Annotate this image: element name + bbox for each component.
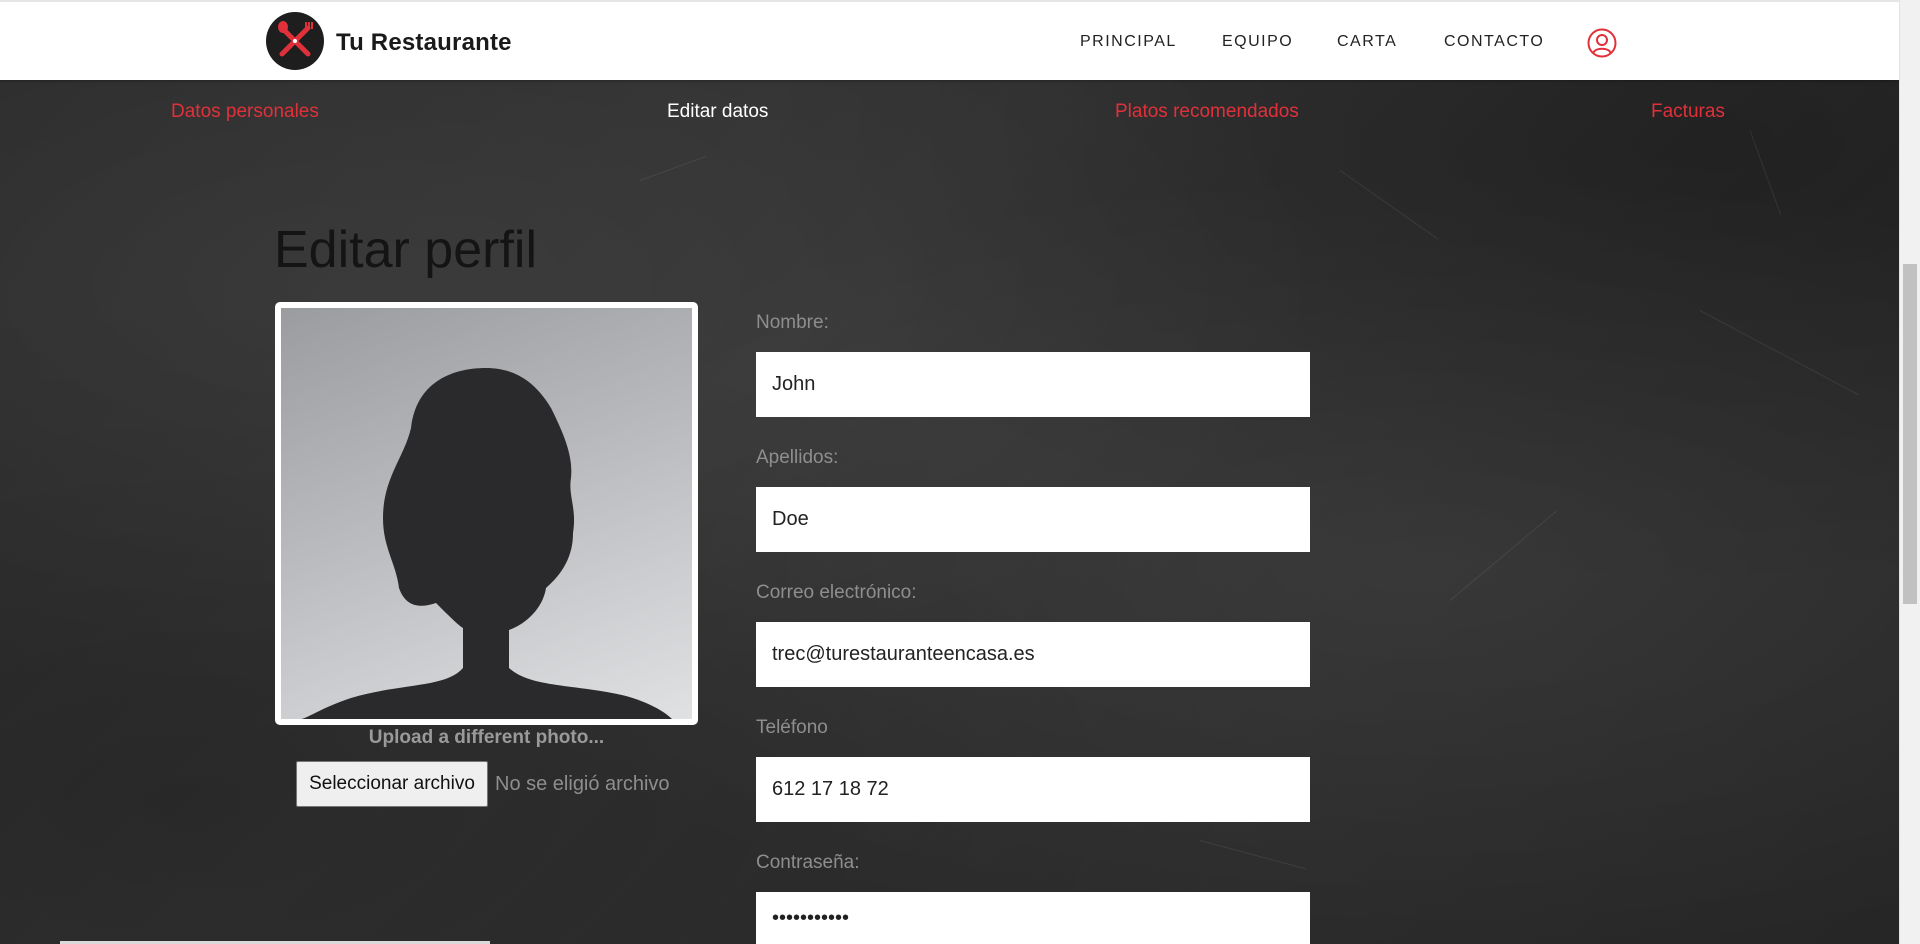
page-scrollbar[interactable] [1899,0,1920,944]
apellidos-field[interactable] [756,487,1310,552]
nav-link-carta[interactable]: CARTA [1337,33,1397,51]
top-navbar: Tu Restaurante PRINCIPAL EQUIPO CARTA CO… [0,0,1899,80]
password-label: Contraseña: [756,852,860,873]
subnav-datos-personales[interactable]: Datos personales [171,101,319,123]
file-status-text: No se eligió archivo [495,773,670,795]
nav-link-principal[interactable]: PRINCIPAL [1080,33,1177,51]
user-account-icon[interactable] [1587,28,1617,58]
brand-name[interactable]: Tu Restaurante [336,29,512,57]
apellidos-label: Apellidos: [756,447,839,468]
avatar [281,308,692,719]
telefono-label: Teléfono [756,717,828,738]
subnav-editar-datos[interactable]: Editar datos [667,101,768,123]
page-title: Editar perfil [274,221,537,279]
subnav-facturas[interactable]: Facturas [1651,101,1725,123]
nombre-label: Nombre: [756,312,829,333]
nombre-field[interactable] [756,352,1310,417]
upload-photo-text: Upload a different photo... [368,727,605,748]
subnav-platos-recomendados[interactable]: Platos recomendados [1115,101,1299,123]
avatar-frame [275,302,698,725]
person-silhouette-icon [301,368,672,719]
nav-link-equipo[interactable]: EQUIPO [1222,33,1293,51]
email-label: Correo electrónico: [756,582,917,603]
restaurant-logo-icon[interactable] [266,12,324,70]
email-field[interactable] [756,622,1310,687]
choose-file-button[interactable]: Seleccionar archivo [296,761,488,807]
page-background: Tu Restaurante PRINCIPAL EQUIPO CARTA CO… [0,0,1899,944]
telefono-field[interactable] [756,757,1310,822]
nav-link-contacto[interactable]: CONTACTO [1444,33,1544,51]
password-field[interactable] [756,892,1310,944]
scrollbar-thumb[interactable] [1903,264,1917,604]
